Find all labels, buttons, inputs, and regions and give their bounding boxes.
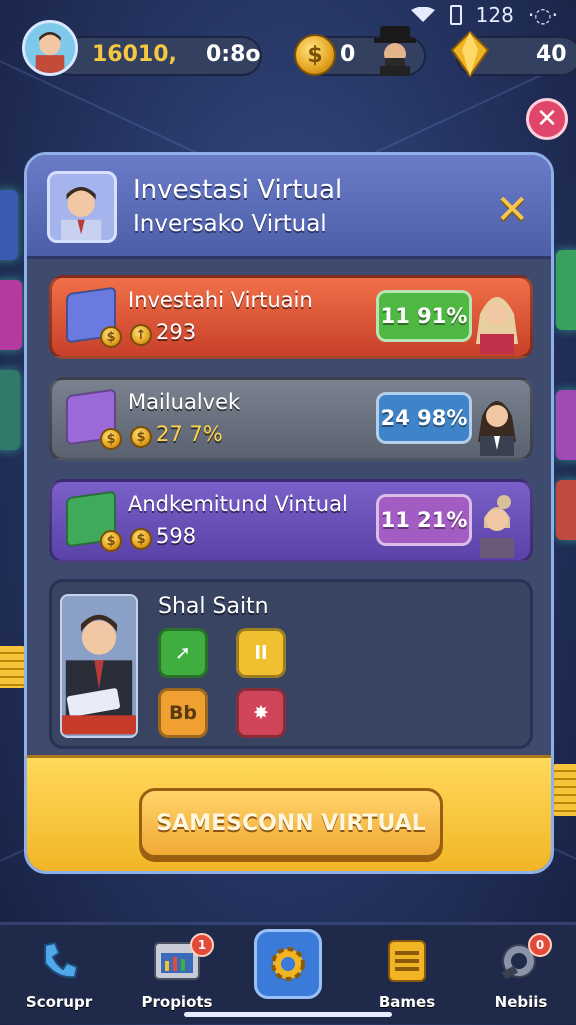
coin-icon: $	[294, 34, 336, 76]
home-indicator[interactable]	[184, 1012, 392, 1017]
modal-title: Investasi Virtual	[133, 175, 343, 205]
phone-icon	[35, 937, 83, 985]
percent-badge: 11 21%	[376, 494, 472, 546]
arrow-up-right-icon: ➚	[175, 642, 191, 664]
notification-badge: 1	[190, 933, 214, 957]
modal-footer: SAMESCONN VIRTUAL	[27, 755, 551, 871]
investment-modal: Investasi Virtual Inversako Virtual ✕ $ …	[24, 152, 554, 874]
background-screen	[556, 250, 576, 330]
row-title: Mailualvek	[128, 390, 241, 414]
background-screen	[0, 370, 20, 450]
skill-button[interactable]: ➚	[158, 628, 208, 678]
manager-portrait	[60, 594, 138, 738]
woman-avatar-icon	[478, 401, 516, 456]
nav-label: Propiots	[141, 993, 213, 1011]
investment-row[interactable]: $ Andkemitund Vintual $ 598 11 21%	[49, 479, 533, 563]
skill-button[interactable]: ✸	[236, 688, 286, 738]
background-screen	[556, 390, 576, 460]
coin-stack	[552, 764, 576, 816]
percent-badge: 11 91%	[376, 290, 472, 342]
background-screen	[556, 480, 576, 540]
person-icon	[60, 186, 102, 240]
bottom-nav: Scorupr Propiots 1 Bames Nebiis 0	[0, 922, 576, 1024]
person-icon	[35, 31, 65, 73]
coin-icon: $	[100, 530, 122, 552]
nav-label: Bames	[378, 993, 436, 1011]
confirm-button[interactable]: SAMESCONN VIRTUAL	[139, 788, 443, 858]
investment-row[interactable]: $ Investahi Virtuain ↑ 293 11 91%	[49, 275, 533, 359]
currency-value: 16010,	[92, 42, 177, 67]
nav-item-nebiis[interactable]: Nebiis 0	[466, 925, 576, 1025]
row-value: 293	[156, 320, 197, 344]
gem-icon	[450, 30, 490, 78]
nav-item-settings[interactable]	[233, 925, 343, 1025]
modal-subtitle: Inversako Virtual	[133, 211, 327, 237]
battery-icon	[449, 5, 462, 25]
background-screen	[0, 190, 18, 260]
skill-label: Bb	[168, 702, 198, 724]
coin-stack	[0, 646, 26, 688]
star-icon: ✸	[253, 702, 269, 724]
investment-row[interactable]: $ Mailualvek $ 27 7% 24 98%	[49, 377, 533, 461]
nav-item-propiots[interactable]: Propiots 1	[122, 925, 232, 1025]
coin-icon: $	[100, 326, 122, 348]
wifi-icon	[410, 7, 435, 22]
woman-avatar-icon	[480, 495, 514, 558]
advisor-portrait	[47, 171, 117, 243]
skill-button[interactable]: Bb	[158, 688, 208, 738]
nav-label: Nebiis	[494, 993, 548, 1011]
coin-icon: $	[130, 528, 152, 550]
percent-badge: 24 98%	[376, 392, 472, 444]
banker-avatar-icon	[374, 26, 416, 76]
coin-icon: $	[130, 426, 152, 448]
gear-button[interactable]	[254, 929, 322, 999]
nav-item-scorupr[interactable]: Scorupr	[4, 925, 114, 1025]
notification-badge: 0	[528, 933, 552, 957]
timer-value: 0:8o	[206, 42, 261, 67]
row-value: 598	[156, 524, 197, 548]
player-avatar[interactable]	[22, 20, 78, 76]
skills-title: Shal Saitn	[158, 594, 269, 619]
close-icon[interactable]: ✕	[495, 187, 529, 233]
gear-icon	[271, 947, 305, 981]
dots-icon: ·◌·	[527, 3, 558, 27]
skill-label: ll	[254, 642, 268, 664]
person-icon	[62, 614, 136, 735]
skills-panel: Shal Saitn ➚ ll Bb ✸	[49, 579, 533, 749]
list-icon	[383, 937, 431, 985]
coin-icon: $	[100, 428, 122, 450]
background-screen	[0, 280, 22, 350]
status-time: 128	[475, 3, 514, 27]
gem-count: 40	[536, 42, 567, 67]
close-icon: ✕	[536, 104, 558, 134]
status-bar: 128 ·◌·	[410, 0, 558, 30]
row-title: Investahi Virtuain	[128, 288, 313, 312]
close-button[interactable]: ✕	[526, 98, 568, 140]
woman-avatar-icon	[476, 297, 518, 354]
modal-header: Investasi Virtual Inversako Virtual ✕	[27, 155, 551, 259]
coin-count: 0	[340, 42, 356, 67]
coin-icon: ↑	[130, 324, 152, 346]
nav-item-bames[interactable]: Bames	[352, 925, 462, 1025]
row-value: 27 7%	[156, 422, 223, 446]
skill-button[interactable]: ll	[236, 628, 286, 678]
nav-label: Scorupr	[25, 993, 93, 1011]
row-title: Andkemitund Vintual	[128, 492, 348, 516]
